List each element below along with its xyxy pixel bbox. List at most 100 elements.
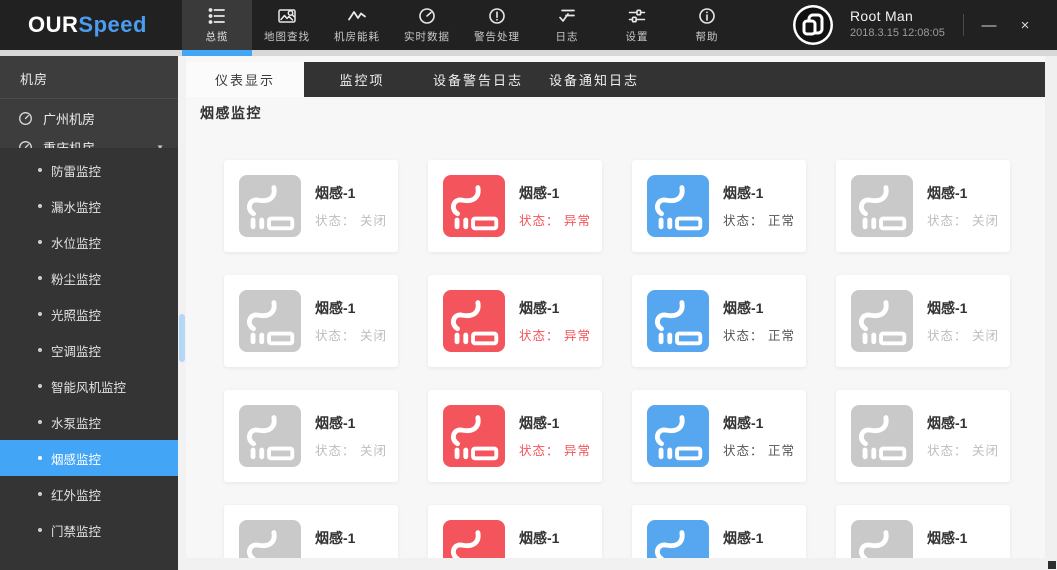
resize-corner <box>1048 561 1056 569</box>
smoke-sensor-icon <box>443 175 505 237</box>
help-icon <box>697 6 717 26</box>
sidebar-monitor-item-label: 智能风机监控 <box>51 380 127 395</box>
settings-icon <box>627 6 647 26</box>
avatar[interactable] <box>793 5 833 45</box>
tab[interactable]: 仪表显示 <box>186 62 304 97</box>
sidebar-monitor-item-label: 漏水监控 <box>51 200 102 215</box>
tab[interactable]: 监控项 <box>304 62 420 97</box>
topnav-item[interactable]: 机房能耗 <box>322 0 392 50</box>
device-name: 烟感-1 <box>927 530 968 546</box>
device-status: 状态： 关闭 <box>315 325 387 344</box>
status-value: 关闭 <box>360 329 388 343</box>
device-card[interactable]: 烟感-1 状态： 关闭 <box>224 160 398 252</box>
smoke-sensor-icon <box>239 175 301 237</box>
smoke-sensor-icon <box>647 175 709 237</box>
tab[interactable]: 设备警告日志 <box>420 62 536 97</box>
topnav-item[interactable]: 总揽 <box>182 0 252 50</box>
sidebar-scrollbar-track[interactable] <box>178 56 186 570</box>
sidebar-room-guangzhou[interactable]: 广州机房 <box>0 104 178 133</box>
device-name: 烟感-1 <box>519 530 560 546</box>
bullet-icon <box>38 348 42 352</box>
device-name: 烟感-1 <box>519 300 560 316</box>
sidebar-scrollbar-thumb[interactable] <box>179 314 185 362</box>
sidebar-monitor-item[interactable]: 漏水监控 <box>0 188 178 224</box>
device-status: 状态： 关闭 <box>315 440 387 459</box>
bullet-icon <box>38 240 42 244</box>
device-card[interactable]: 烟感-1 状态： 正常 <box>632 275 806 367</box>
device-card[interactable]: 烟感-1 状态： 异常 <box>428 160 602 252</box>
status-label: 状态： <box>519 214 560 228</box>
device-card-text: 烟感-1 状态： 异常 <box>519 413 591 459</box>
device-card-grid: 烟感-1 状态： 关闭 烟感-1 状态： 异常 烟感-1 状态： 正常 烟感-1… <box>224 160 1010 570</box>
topnav-item[interactable]: 地图查找 <box>252 0 322 50</box>
smoke-sensor-icon <box>443 405 505 467</box>
device-status: 状态： 关闭 <box>315 210 387 229</box>
topbar-underline <box>0 50 1057 56</box>
status-label: 状态： <box>927 329 968 343</box>
sidebar-monitor-item[interactable]: 烟感监控 <box>0 440 178 476</box>
status-label: 状态： <box>519 329 560 343</box>
room-label: 广州机房 <box>43 112 96 127</box>
bullet-icon <box>38 276 42 280</box>
sidebar-monitor-item-label: 烟感监控 <box>51 452 102 467</box>
user-datetime: 2018.3.15 12:08:05 <box>850 27 945 39</box>
device-card[interactable]: 烟感-1 状态： 关闭 <box>836 160 1010 252</box>
device-card[interactable]: 烟感-1 状态： 关闭 <box>836 275 1010 367</box>
topnav-item[interactable]: 设置 <box>602 0 672 50</box>
status-label: 状态： <box>723 329 764 343</box>
sidebar-monitor-item[interactable]: 智能风机监控 <box>0 368 178 404</box>
device-card[interactable]: 烟感-1 状态： 关闭 <box>224 275 398 367</box>
device-card[interactable]: 烟感-1 状态： 异常 <box>428 390 602 482</box>
device-card-text: 烟感-1 状态： 关闭 <box>927 413 999 459</box>
topnav-item[interactable]: 日志 <box>532 0 602 50</box>
status-value: 正常 <box>768 214 796 228</box>
main-content: 仪表显示 监控项 设备警告日志 设备通知日志 烟感监控 烟感-1 状态： 关闭 … <box>186 56 1057 570</box>
sidebar-monitor-item[interactable]: 光照监控 <box>0 296 178 332</box>
device-status: 状态： 正常 <box>723 440 795 459</box>
device-name: 烟感-1 <box>519 415 560 431</box>
device-card[interactable]: 烟感-1 状态： 关闭 <box>836 390 1010 482</box>
close-button[interactable]: × <box>1008 0 1042 50</box>
sidebar-monitor-item-label: 粉尘监控 <box>51 272 102 287</box>
tab[interactable]: 设备通知日志 <box>536 62 652 97</box>
sidebar-monitor-item[interactable]: 水位监控 <box>0 224 178 260</box>
status-value: 正常 <box>768 444 796 458</box>
device-status: 状态： 异常 <box>519 210 591 229</box>
horizontal-scrollbar[interactable] <box>178 558 1057 570</box>
tab-bar-filler <box>652 62 1045 97</box>
device-card[interactable]: 烟感-1 状态： 异常 <box>428 275 602 367</box>
device-card[interactable]: 烟感-1 状态： 正常 <box>632 160 806 252</box>
topnav-item[interactable]: 警告处理 <box>462 0 532 50</box>
sidebar-monitor-item[interactable]: 红外监控 <box>0 476 178 512</box>
status-value: 异常 <box>564 329 592 343</box>
sidebar-monitor-item-label: 红外监控 <box>51 488 102 503</box>
bullet-icon <box>38 312 42 316</box>
sidebar-monitor-item[interactable]: 水泵监控 <box>0 404 178 440</box>
status-value: 关闭 <box>360 214 388 228</box>
sidebar-monitor-item[interactable]: 粉尘监控 <box>0 260 178 296</box>
sidebar-monitor-item[interactable]: 门禁监控 <box>0 512 178 548</box>
device-status: 状态： 关闭 <box>927 210 999 229</box>
topnav-item[interactable]: 帮助 <box>672 0 742 50</box>
topnav-item-label: 机房能耗 <box>334 31 380 43</box>
sidebar-monitor-item[interactable]: 空调监控 <box>0 332 178 368</box>
device-card-text: 烟感-1 状态： 关闭 <box>927 298 999 344</box>
tab-bar: 仪表显示 监控项 设备警告日志 设备通知日志 <box>186 62 1045 97</box>
status-label: 状态： <box>927 444 968 458</box>
smoke-sensor-icon <box>239 405 301 467</box>
sidebar-monitor-item[interactable]: 防雷监控 <box>0 152 178 188</box>
device-card[interactable]: 烟感-1 状态： 正常 <box>632 390 806 482</box>
device-status: 状态： 正常 <box>723 325 795 344</box>
tab-label: 仪表显示 <box>214 73 275 88</box>
tab-label: 监控项 <box>339 73 385 88</box>
status-value: 异常 <box>564 444 592 458</box>
minimize-button[interactable]: — <box>972 0 1006 50</box>
tab-label: 设备警告日志 <box>432 73 523 88</box>
device-card[interactable]: 烟感-1 状态： 关闭 <box>224 390 398 482</box>
status-value: 正常 <box>768 329 796 343</box>
topnav-item[interactable]: 实时数据 <box>392 0 462 50</box>
topnav-item-label: 帮助 <box>695 31 719 43</box>
sidebar-monitor-item-label: 水泵监控 <box>51 416 102 431</box>
list-icon <box>207 6 227 26</box>
device-card-text: 烟感-1 状态： 异常 <box>519 298 591 344</box>
